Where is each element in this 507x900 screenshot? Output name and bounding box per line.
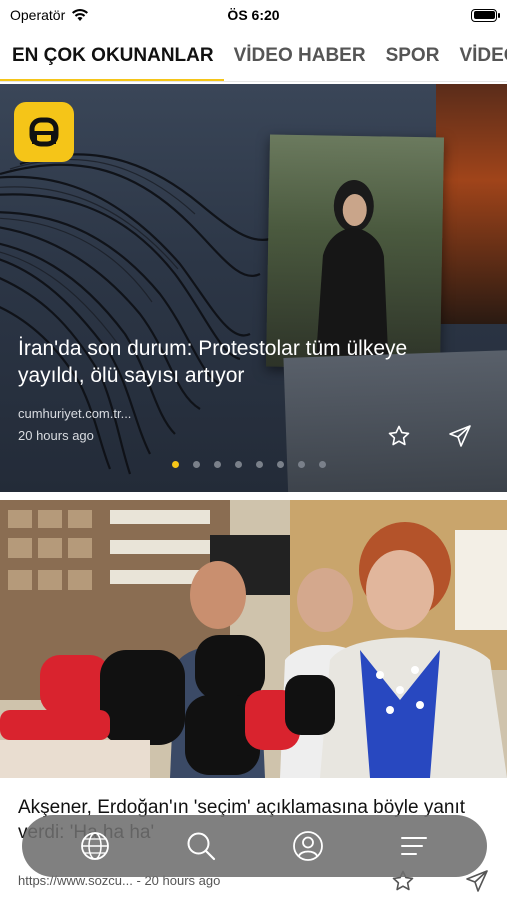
hero-article-source: cumhuriyet.com.tr... — [18, 406, 132, 421]
nav-profile-button[interactable] — [288, 826, 328, 866]
menu-icon — [400, 837, 427, 855]
tab-video[interactable]: VİDEO — [459, 38, 507, 81]
collage-photo-fire — [436, 84, 507, 324]
search-icon — [187, 832, 216, 861]
logo-a-icon — [29, 117, 59, 147]
tab-video-haber[interactable]: VİDEO HABER — [233, 38, 366, 81]
wifi-icon — [72, 9, 89, 21]
tab-spor[interactable]: SPOR — [385, 38, 440, 81]
nav-search-button[interactable] — [181, 826, 221, 866]
carousel-pagination — [172, 461, 326, 468]
tab-en-cok-okunanlar[interactable]: EN ÇOK OKUNANLAR — [0, 38, 224, 81]
carousel-dot[interactable] — [256, 461, 263, 468]
bottom-navigation-bar — [22, 815, 487, 877]
status-left: Operatör — [10, 7, 89, 23]
tab-label: VİDEO HABER — [233, 45, 366, 66]
tab-label: EN ÇOK OKUNANLAR — [12, 45, 214, 66]
carousel-dot[interactable] — [172, 461, 179, 468]
article2-image[interactable] — [0, 500, 507, 778]
bookmark-star-icon[interactable] — [387, 424, 411, 448]
carousel-dot[interactable] — [193, 461, 200, 468]
carousel-dot[interactable] — [214, 461, 221, 468]
carrier-label: Operatör — [10, 7, 66, 23]
hero-article-card[interactable]: İran'da son durum: Protestolar tüm ülkey… — [0, 84, 507, 492]
hero-article-title[interactable]: İran'da son durum: Protestolar tüm ülkey… — [18, 335, 458, 389]
globe-icon — [81, 832, 110, 860]
carousel-dot[interactable] — [298, 461, 305, 468]
hero-article-time: 20 hours ago — [18, 428, 94, 443]
status-bar: Operatör ÖS 6:20 — [0, 0, 507, 30]
carousel-dot[interactable] — [235, 461, 242, 468]
share-icon[interactable] — [448, 424, 472, 448]
nav-globe-button[interactable] — [75, 826, 115, 866]
tab-label: SPOR — [385, 45, 440, 66]
carousel-dot[interactable] — [277, 461, 284, 468]
profile-icon — [292, 831, 323, 861]
tab-label: VİDEO — [459, 45, 507, 66]
nav-menu-button[interactable] — [394, 826, 434, 866]
category-tabs: EN ÇOK OKUNANLAR VİDEO HABER SPOR VİDEO — [0, 38, 507, 82]
status-time: ÖS 6:20 — [227, 7, 280, 23]
carousel-dot[interactable] — [319, 461, 326, 468]
battery-icon — [471, 8, 500, 22]
app-logo — [14, 102, 74, 162]
active-tab-indicator — [0, 79, 224, 81]
